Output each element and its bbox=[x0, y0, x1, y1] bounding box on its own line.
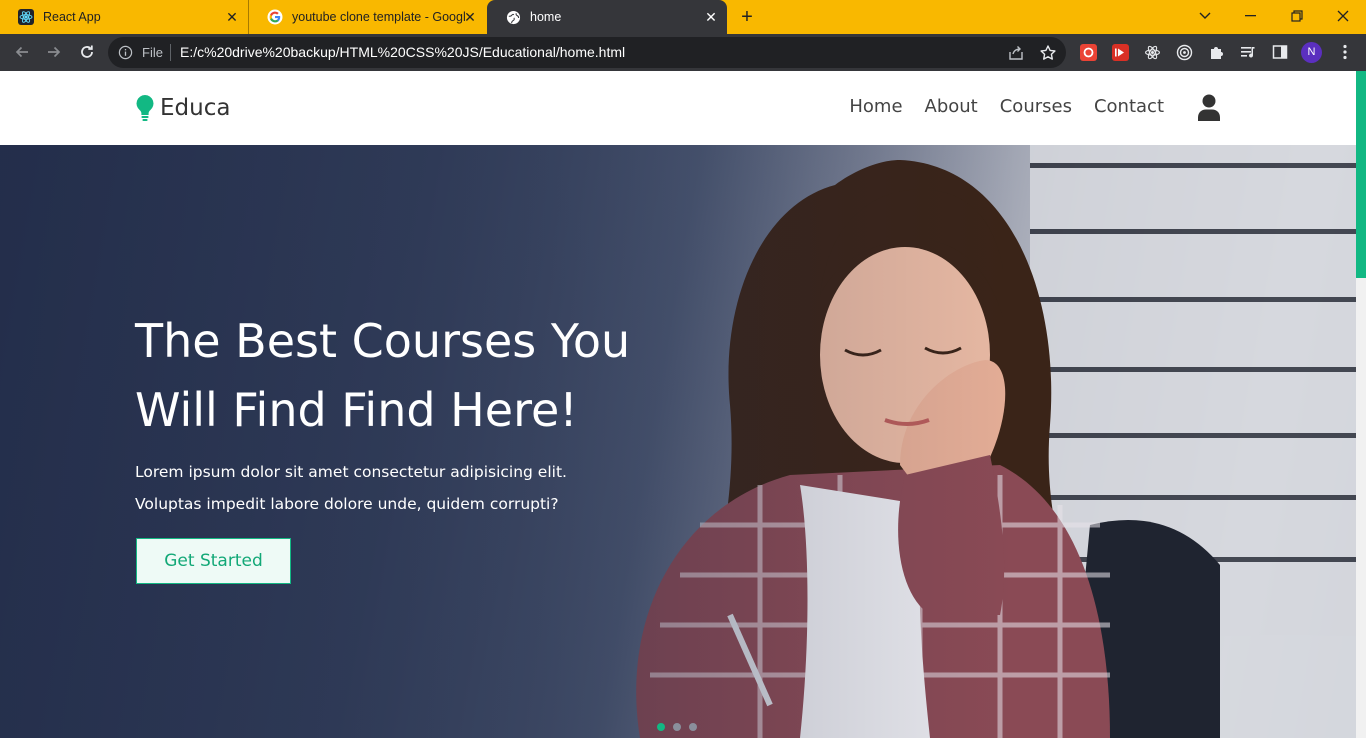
bookmark-star-icon[interactable] bbox=[1039, 44, 1057, 62]
browser-toolbar: File E:/c%20drive%20backup/HTML%20CSS%20… bbox=[0, 34, 1366, 71]
react-icon bbox=[18, 9, 34, 25]
scrollbar-thumb[interactable] bbox=[1356, 71, 1366, 278]
back-arrow-icon[interactable] bbox=[12, 42, 32, 62]
nav-link-courses[interactable]: Courses bbox=[1000, 96, 1072, 117]
web-page: Educa Home About Courses Contact The Bes… bbox=[0, 71, 1356, 738]
page-scrollbar[interactable] bbox=[1356, 71, 1366, 738]
user-account-icon[interactable] bbox=[1197, 94, 1221, 121]
more-menu-icon[interactable] bbox=[1336, 43, 1354, 61]
info-icon[interactable] bbox=[118, 45, 133, 60]
new-tab-icon[interactable]: + bbox=[737, 7, 757, 27]
reload-icon[interactable] bbox=[77, 42, 97, 62]
site-logo[interactable]: Educa bbox=[135, 93, 230, 123]
hero-description: Lorem ipsum dolor sit amet consectetur a… bbox=[135, 463, 567, 513]
tab-search-icon[interactable] bbox=[1193, 6, 1217, 26]
divider bbox=[170, 44, 171, 61]
nav-link-home[interactable]: Home bbox=[849, 96, 902, 117]
main-nav: Home About Courses Contact bbox=[827, 96, 1164, 117]
site-header: Educa Home About Courses Contact bbox=[0, 71, 1356, 145]
tab-strip: React App ✕ youtube clone template - Goo… bbox=[0, 0, 1366, 34]
scheme-label: File bbox=[142, 45, 163, 60]
carousel-dot[interactable] bbox=[689, 723, 697, 731]
address-bar[interactable]: File E:/c%20drive%20backup/HTML%20CSS%20… bbox=[108, 37, 1066, 68]
share-icon[interactable] bbox=[1007, 44, 1025, 62]
browser-tab-react-app[interactable]: React App ✕ bbox=[0, 0, 248, 34]
tab-title: React App bbox=[43, 10, 101, 24]
carousel-dot[interactable] bbox=[673, 723, 681, 731]
nav-link-contact[interactable]: Contact bbox=[1094, 96, 1164, 117]
media-playlist-icon[interactable] bbox=[1239, 43, 1257, 61]
close-tab-icon[interactable]: ✕ bbox=[462, 9, 478, 25]
google-icon bbox=[267, 9, 283, 25]
close-window-icon[interactable] bbox=[1331, 6, 1355, 26]
record-extension-icon[interactable] bbox=[1079, 43, 1097, 61]
lightbulb-icon bbox=[136, 95, 154, 121]
profile-avatar[interactable]: N bbox=[1301, 42, 1322, 63]
hero-title: The Best Courses You Will Find Find Here… bbox=[135, 314, 631, 437]
minimize-icon[interactable] bbox=[1239, 6, 1263, 26]
url-text[interactable]: E:/c%20drive%20backup/HTML%20CSS%20JS/Ed… bbox=[180, 44, 625, 60]
browser-tab-home[interactable]: home ✕ bbox=[487, 0, 727, 34]
carousel-dot[interactable] bbox=[657, 723, 665, 731]
close-tab-icon[interactable]: ✕ bbox=[703, 9, 719, 25]
hero-section: The Best Courses You Will Find Find Here… bbox=[0, 145, 1356, 738]
extensions-puzzle-icon[interactable] bbox=[1207, 43, 1225, 61]
globe-icon bbox=[505, 9, 521, 25]
brand-name: Educa bbox=[160, 95, 231, 121]
close-tab-icon[interactable]: ✕ bbox=[224, 9, 240, 25]
carousel-indicators bbox=[657, 723, 705, 731]
video-extension-icon[interactable] bbox=[1111, 43, 1129, 61]
target-extension-icon[interactable] bbox=[1175, 43, 1193, 61]
forward-arrow-icon[interactable] bbox=[44, 42, 64, 62]
restore-icon[interactable] bbox=[1285, 6, 1309, 26]
tab-title: home bbox=[530, 10, 562, 24]
browser-tab-google[interactable]: youtube clone template - Google ✕ bbox=[248, 0, 486, 34]
nav-link-about[interactable]: About bbox=[925, 96, 978, 117]
tab-title: youtube clone template - Google bbox=[292, 10, 466, 24]
get-started-button[interactable]: Get Started bbox=[136, 538, 291, 584]
react-devtools-icon[interactable] bbox=[1143, 43, 1161, 61]
side-panel-icon[interactable] bbox=[1271, 43, 1289, 61]
